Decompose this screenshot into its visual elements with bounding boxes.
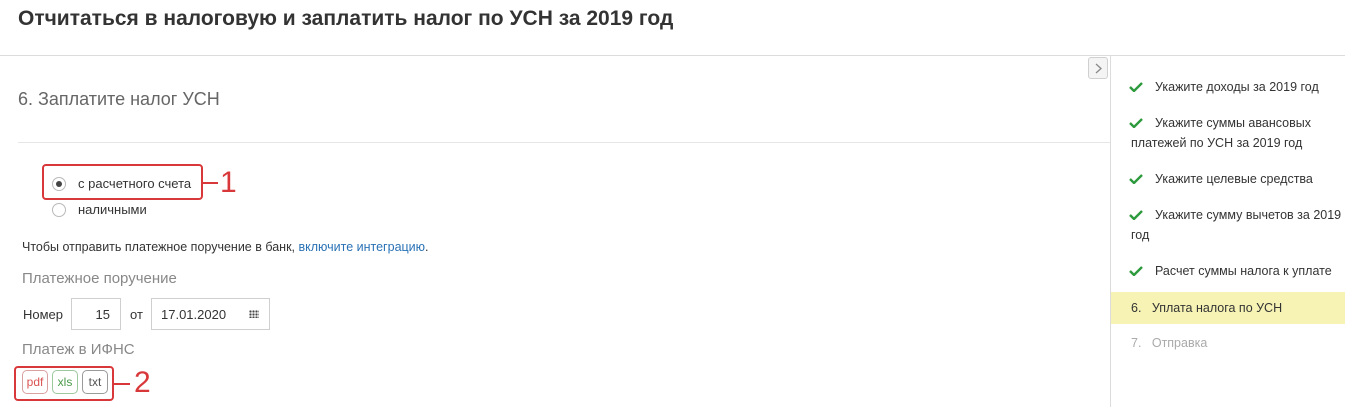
number-input[interactable]: 15 bbox=[71, 298, 121, 330]
number-value: 15 bbox=[95, 306, 110, 322]
sidebar-step-label: 6. Уплата налога по УСН bbox=[1131, 301, 1283, 315]
sidebar-step-label: Расчет суммы налога к уплате bbox=[1155, 264, 1332, 278]
payment-order-label: Платежное поручение bbox=[22, 270, 177, 287]
date-input[interactable]: 17.01.2020 bbox=[151, 298, 270, 330]
sidebar-step-tax-payment[interactable]: 6. Уплата налога по УСН bbox=[1111, 292, 1345, 324]
sidebar-step-label: Укажите доходы за 2019 год bbox=[1155, 80, 1319, 94]
chevron-right-icon bbox=[1095, 63, 1102, 73]
sidebar-step-submission: 7. Отправка bbox=[1111, 333, 1345, 353]
callout-number-1: 1 bbox=[220, 166, 237, 199]
check-icon bbox=[1129, 174, 1143, 184]
step-heading: 6. Заплатите налог УСН bbox=[18, 89, 220, 109]
sidebar-step-advance-payments[interactable]: Укажите суммы авансовых платежей по УСН … bbox=[1111, 113, 1345, 153]
date-value: 17.01.2020 bbox=[161, 306, 227, 322]
check-icon bbox=[1129, 210, 1143, 220]
sidebar-step-tax-calculation[interactable]: Расчет суммы налога к уплате bbox=[1111, 261, 1345, 281]
radio-unchecked-icon[interactable] bbox=[52, 202, 66, 217]
sidebar-step-income[interactable]: Укажите доходы за 2019 год bbox=[1111, 77, 1345, 97]
sidebar-step-deductions[interactable]: Укажите сумму вычетов за 2019 год bbox=[1111, 205, 1345, 245]
date-label: от bbox=[130, 307, 143, 322]
integration-suffix: . bbox=[425, 240, 429, 254]
check-icon bbox=[1129, 118, 1143, 128]
integration-note: Чтобы отправить платежное поручение в ба… bbox=[22, 240, 429, 254]
check-icon bbox=[1129, 82, 1143, 92]
sidebar-step-label: Укажите суммы авансовых платежей по УСН … bbox=[1131, 116, 1311, 150]
sidebar-step-label: 7. Отправка bbox=[1131, 336, 1208, 350]
sidebar-step-label: Укажите сумму вычетов за 2019 год bbox=[1131, 208, 1342, 242]
sidebar-step-label: Укажите целевые средства bbox=[1155, 172, 1313, 186]
ifns-payment-label: Платеж в ИФНС bbox=[22, 341, 135, 358]
calendar-icon[interactable] bbox=[249, 310, 259, 318]
sidebar-step-target-funds[interactable]: Укажите целевые средства bbox=[1111, 169, 1345, 189]
enable-integration-link[interactable]: включите интеграцию bbox=[298, 240, 425, 254]
check-icon bbox=[1129, 266, 1143, 276]
callout-box-2 bbox=[14, 366, 114, 401]
integration-text: Чтобы отправить платежное поручение в ба… bbox=[22, 240, 299, 254]
callout-line-1 bbox=[203, 182, 218, 184]
callout-number-2: 2 bbox=[134, 366, 151, 399]
main-content: 6. Заплатите налог УСН с расчетного счет… bbox=[0, 56, 1110, 407]
radio-cash-label: наличными bbox=[78, 202, 147, 217]
section-divider bbox=[18, 142, 1110, 143]
collapse-sidebar-button[interactable] bbox=[1088, 57, 1108, 79]
radio-cash[interactable]: наличными bbox=[52, 202, 147, 217]
callout-line-2 bbox=[114, 383, 130, 385]
page-title: Отчитаться в налоговую и заплатить налог… bbox=[18, 7, 674, 30]
number-label: Номер bbox=[23, 307, 64, 322]
callout-box-1 bbox=[42, 164, 203, 200]
steps-sidebar: Укажите доходы за 2019 год Укажите суммы… bbox=[1110, 56, 1345, 407]
